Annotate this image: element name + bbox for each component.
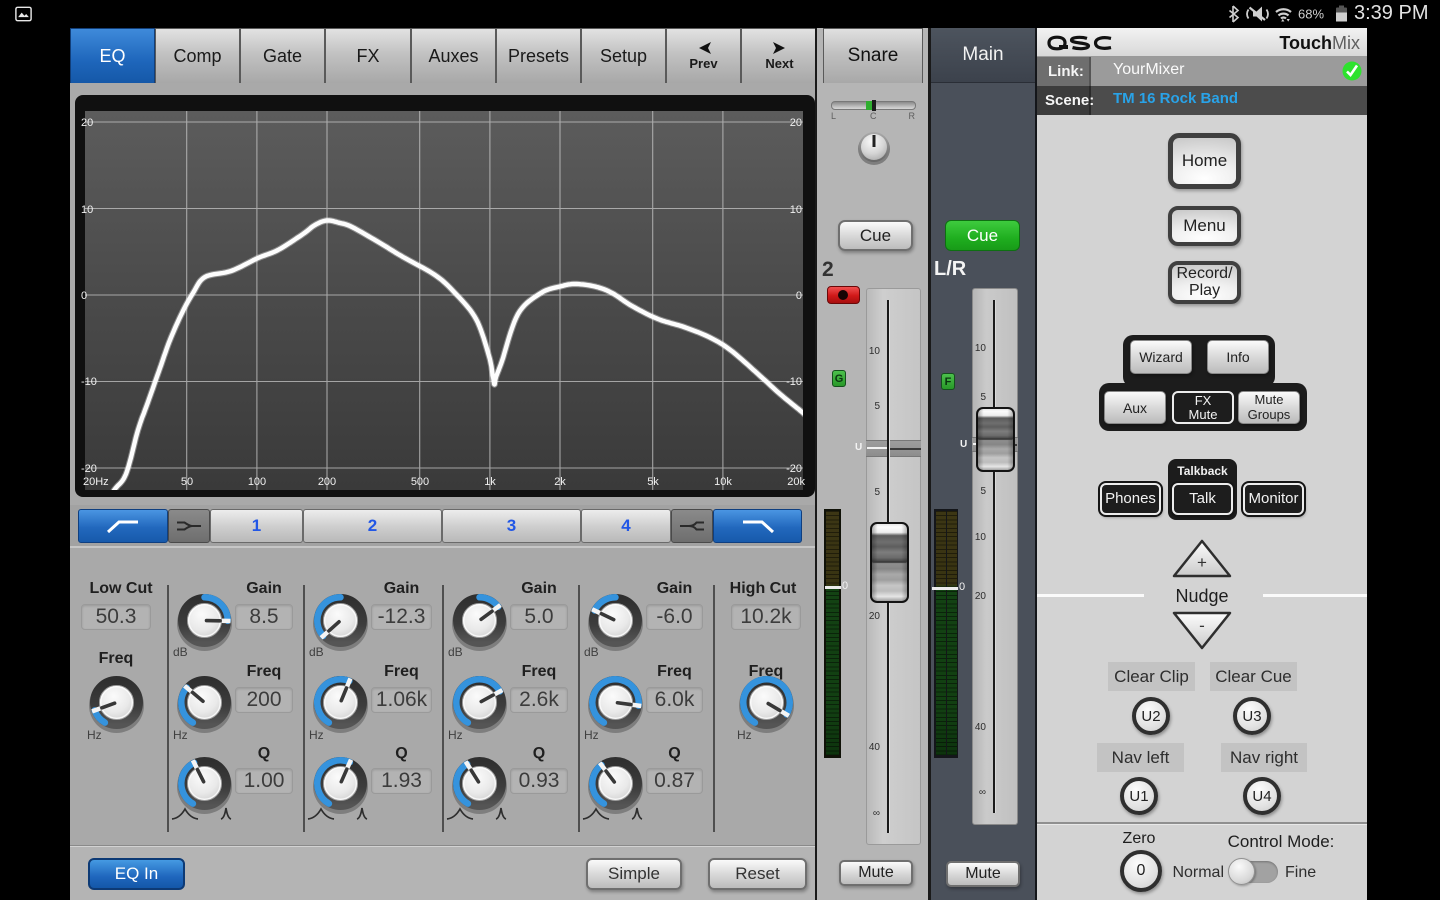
- svg-text:0: 0: [81, 290, 87, 302]
- svg-text:20: 20: [81, 117, 93, 129]
- svg-text:-10: -10: [786, 376, 802, 388]
- svg-text:200: 200: [318, 476, 336, 488]
- svg-text:2k: 2k: [554, 476, 566, 488]
- svg-text:20k: 20k: [787, 476, 805, 488]
- svg-text:-10: -10: [81, 376, 97, 388]
- svg-text:10: 10: [790, 204, 802, 216]
- svg-text:-: -: [1199, 616, 1205, 635]
- svg-text:500: 500: [411, 476, 429, 488]
- svg-text:10: 10: [81, 204, 93, 216]
- svg-text:5k: 5k: [647, 476, 659, 488]
- svg-text:-20: -20: [81, 463, 97, 475]
- svg-text:1k: 1k: [484, 476, 496, 488]
- svg-text:20Hz: 20Hz: [83, 476, 109, 488]
- svg-text:+: +: [1197, 553, 1207, 572]
- svg-text:-20: -20: [786, 463, 802, 475]
- svg-text:0: 0: [796, 290, 802, 302]
- svg-text:20: 20: [790, 117, 802, 129]
- svg-text:10k: 10k: [714, 476, 732, 488]
- svg-text:100: 100: [248, 476, 266, 488]
- svg-text:50: 50: [181, 476, 193, 488]
- svg-text:68%: 68%: [1298, 7, 1324, 22]
